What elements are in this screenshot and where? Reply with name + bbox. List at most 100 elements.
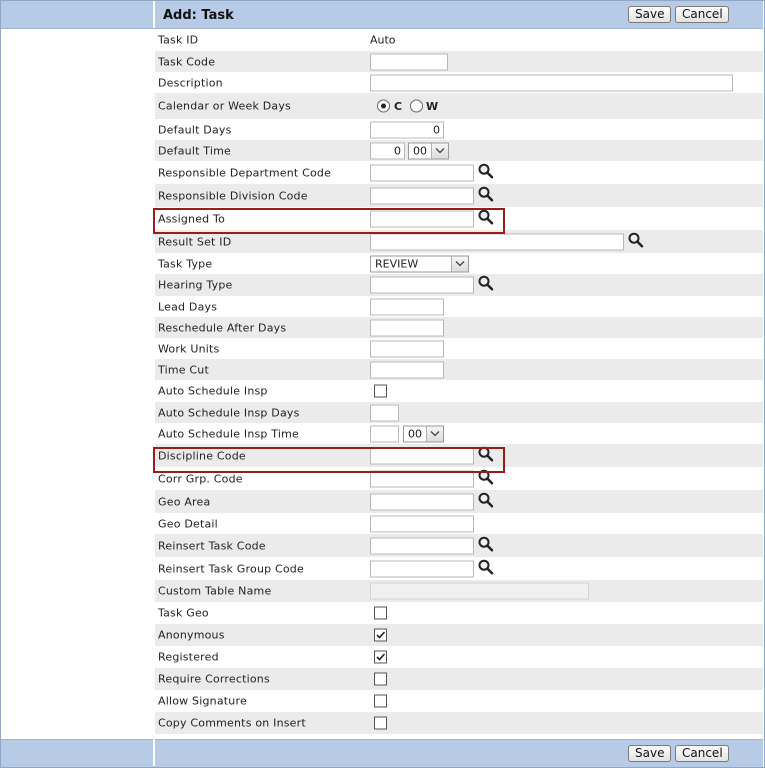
resp-div-input[interactable]: [370, 187, 474, 204]
search-icon[interactable]: [477, 535, 495, 553]
discipline-input[interactable]: [370, 447, 474, 464]
task-type-select[interactable]: REVIEW: [370, 255, 469, 272]
lead-days-label: Lead Days: [158, 300, 218, 313]
work-units-input[interactable]: [370, 340, 444, 357]
hearing-type-label: Hearing Type: [158, 278, 233, 292]
row-geo-detail: Geo Detail: [155, 513, 763, 534]
row-custom-table: Custom Table Name: [155, 580, 763, 602]
search-icon[interactable]: [477, 274, 495, 292]
calendar-radio-c[interactable]: [377, 99, 390, 113]
assigned-to-input[interactable]: [370, 210, 474, 227]
row-reinsert-group: Reinsert Task Group Code: [155, 557, 763, 580]
row-registered: Registered: [155, 646, 763, 668]
task-geo-label: Task Geo: [158, 606, 209, 620]
search-icon[interactable]: [477, 491, 495, 509]
auto-insp-days-label: Auto Schedule Insp Days: [158, 406, 300, 419]
registered-label: Registered: [158, 650, 219, 664]
search-icon[interactable]: [477, 185, 495, 203]
checkmark-icon: [376, 631, 386, 639]
cancel-button-top[interactable]: Cancel: [675, 6, 729, 23]
description-label: Description: [158, 76, 223, 89]
copy-comments-label: Copy Comments on Insert: [158, 716, 306, 730]
reinsert-task-input[interactable]: [370, 537, 474, 554]
header-bar: Add: Task Save Cancel: [1, 1, 763, 29]
lead-days-input[interactable]: [370, 298, 444, 315]
auto-insp-time-hours-input[interactable]: [370, 425, 399, 442]
resp-div-label: Responsible Division Code: [158, 189, 308, 202]
auto-insp-time-minutes-value: 00: [408, 427, 422, 440]
row-discipline: Discipline Code: [155, 444, 763, 467]
default-time-label: Default Time: [158, 144, 232, 157]
hearing-type-input[interactable]: [370, 276, 474, 294]
result-set-input[interactable]: [370, 233, 624, 250]
row-auto-insp-days: Auto Schedule Insp Days: [155, 402, 763, 423]
task-type-value: REVIEW: [375, 257, 419, 270]
search-icon[interactable]: [477, 558, 495, 576]
search-icon[interactable]: [477, 468, 495, 486]
auto-insp-checkbox[interactable]: [374, 384, 387, 398]
description-input[interactable]: [370, 74, 733, 91]
default-time-hours-input[interactable]: 0: [370, 142, 405, 159]
geo-detail-input[interactable]: [370, 515, 474, 532]
default-days-input[interactable]: 0: [370, 121, 444, 138]
form-title: Add: Task: [163, 8, 234, 23]
save-button-top[interactable]: Save: [628, 6, 671, 23]
anonymous-checkbox[interactable]: [374, 628, 387, 642]
registered-checkbox[interactable]: [374, 650, 387, 664]
row-geo-area: Geo Area: [155, 490, 763, 513]
task-geo-checkbox[interactable]: [374, 606, 387, 620]
calendar-radio-w[interactable]: [410, 99, 423, 113]
row-require-corr: Require Corrections: [155, 668, 763, 690]
auto-insp-label: Auto Schedule Insp: [158, 384, 268, 398]
geo-area-input[interactable]: [370, 493, 474, 510]
time-cut-label: Time Cut: [158, 363, 209, 376]
auto-insp-time-label: Auto Schedule Insp Time: [158, 427, 300, 440]
require-corr-checkbox[interactable]: [374, 672, 387, 686]
work-units-label: Work Units: [158, 342, 220, 355]
row-time-cut: Time Cut: [155, 359, 763, 380]
search-icon[interactable]: [477, 208, 495, 226]
resp-dept-label: Responsible Department Code: [158, 166, 332, 179]
default-time-minutes-select[interactable]: 00: [408, 142, 449, 159]
auto-insp-time-minutes-select[interactable]: 00: [403, 425, 444, 442]
row-lead-days: Lead Days: [155, 296, 763, 317]
assigned-to-label: Assigned To: [158, 212, 226, 225]
default-days-label: Default Days: [158, 123, 232, 136]
task-code-label: Task Code: [158, 55, 216, 68]
row-allow-sig: Allow Signature: [155, 690, 763, 712]
time-cut-input[interactable]: [370, 361, 444, 378]
geo-area-label: Geo Area: [158, 495, 211, 508]
calendar-label: Calendar or Week Days: [158, 99, 291, 113]
row-assigned-to: Assigned To: [155, 207, 763, 230]
row-default-time: Default Time 0 00: [155, 140, 763, 161]
row-copy-comments: Copy Comments on Insert: [155, 712, 763, 734]
save-button-bottom[interactable]: Save: [628, 745, 671, 762]
row-calendar: Calendar or Week Days C W: [155, 93, 763, 119]
row-task-geo: Task Geo: [155, 602, 763, 624]
resp-dept-input[interactable]: [370, 164, 474, 181]
row-resp-dept: Responsible Department Code: [155, 161, 763, 184]
row-task-code: Task Code: [155, 51, 763, 72]
chevron-down-icon: [431, 143, 448, 158]
row-default-days: Default Days 0: [155, 119, 763, 140]
reschedule-label: Reschedule After Days: [158, 321, 287, 334]
copy-comments-checkbox[interactable]: [374, 716, 387, 730]
corr-grp-label: Corr Grp. Code: [158, 472, 243, 485]
reschedule-input[interactable]: [370, 319, 444, 336]
search-icon[interactable]: [627, 231, 645, 249]
reinsert-group-input[interactable]: [370, 560, 474, 577]
row-description: Description: [155, 72, 763, 93]
row-resp-div: Responsible Division Code: [155, 184, 763, 207]
allow-sig-checkbox[interactable]: [374, 694, 387, 708]
row-result-set: Result Set ID: [155, 230, 763, 253]
search-icon[interactable]: [477, 162, 495, 180]
row-task-type: Task Type REVIEW: [155, 253, 763, 274]
auto-insp-days-input[interactable]: [370, 404, 399, 421]
cancel-button-bottom[interactable]: Cancel: [675, 745, 729, 762]
task-code-input[interactable]: [370, 53, 448, 70]
search-icon[interactable]: [477, 445, 495, 463]
row-auto-insp-time: Auto Schedule Insp Time 00: [155, 423, 763, 444]
corr-grp-input[interactable]: [370, 470, 474, 487]
reinsert-group-label: Reinsert Task Group Code: [158, 562, 304, 575]
discipline-label: Discipline Code: [158, 449, 246, 462]
